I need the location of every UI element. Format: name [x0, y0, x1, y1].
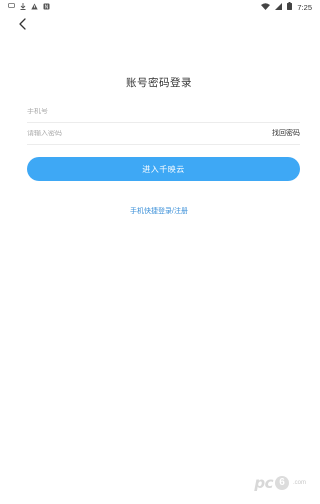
watermark-logo: pc 6 .com	[254, 474, 306, 492]
watermark-brand: pc	[254, 474, 273, 492]
quick-login-link[interactable]: 手机快捷登录/注册	[0, 206, 318, 216]
login-button[interactable]: 进入千映云	[27, 157, 300, 181]
chevron-left-icon	[18, 17, 27, 35]
password-input[interactable]	[27, 129, 207, 137]
phone-input[interactable]	[27, 107, 207, 115]
svg-text:N: N	[45, 4, 49, 10]
watermark-badge: 6	[274, 476, 289, 490]
phone-field-row	[27, 100, 300, 123]
download-icon	[20, 2, 26, 12]
password-field-row: 找回密码	[27, 122, 300, 145]
status-time: 7:25	[297, 2, 312, 12]
forgot-password-link[interactable]: 找回密码	[272, 128, 300, 138]
battery-icon	[287, 2, 293, 12]
warning-icon	[31, 3, 38, 12]
watermark-suffix: .com	[292, 480, 306, 486]
notification-badge-icon: N	[43, 3, 50, 12]
status-bar-left: N	[8, 2, 50, 12]
back-button[interactable]	[14, 18, 30, 34]
page-title: 账号密码登录	[126, 77, 192, 89]
signal-icon	[275, 2, 283, 12]
status-bar-right: 7:25	[261, 2, 312, 12]
message-icon	[8, 3, 15, 11]
wifi-icon	[261, 2, 271, 12]
status-bar: N 7:25	[0, 0, 318, 14]
